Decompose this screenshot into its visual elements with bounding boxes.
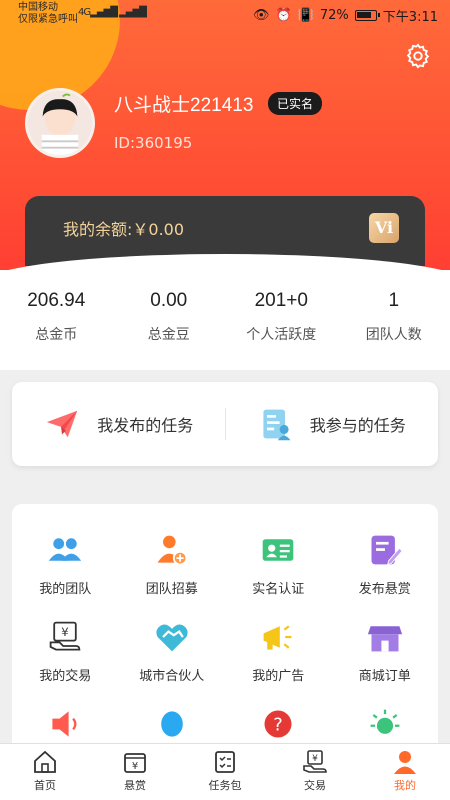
grid-item-speaker[interactable] xyxy=(12,706,119,742)
clock: 下午3:11 xyxy=(382,10,438,25)
svg-text:¥: ¥ xyxy=(312,754,318,764)
carrier-text: 中国移动 仅限紧急呼叫 xyxy=(18,2,78,26)
megaphone-icon xyxy=(263,625,292,650)
shop-icon xyxy=(367,626,402,652)
task-label: 我发布的任务 xyxy=(97,416,194,435)
id-card-icon xyxy=(262,539,294,561)
grid-label: 城市合伙人 xyxy=(139,669,205,684)
paper-plane-icon xyxy=(47,410,78,438)
home-icon xyxy=(34,750,56,773)
nav-label: 交易 xyxy=(304,779,326,792)
battery-percent: 72% xyxy=(319,8,349,23)
grid-item-post-reward[interactable]: 发布悬赏 xyxy=(332,532,439,597)
status-right: 👁 ⏰ 📳 72% 下午3:11 xyxy=(253,6,438,25)
nav-label: 悬赏 xyxy=(124,779,146,792)
nickname: 八斗战士221413 xyxy=(114,95,254,116)
grid-item-idea[interactable] xyxy=(332,706,439,742)
feature-grid: 我的团队 团队招募 实名认证 发布悬赏 ¥ 我的交易 城市合伙人 我的广告 商城… xyxy=(12,532,438,742)
post-reward-icon xyxy=(371,535,403,566)
task-label: 我参与的任务 xyxy=(309,416,406,435)
grid-label: 发布悬赏 xyxy=(358,582,411,597)
grid-label: 我的广告 xyxy=(252,669,305,684)
help-icon: ? xyxy=(264,710,292,738)
svg-text:?: ? xyxy=(273,714,283,735)
grid-item-qq[interactable] xyxy=(119,706,226,742)
reward-icon: ¥ xyxy=(124,753,146,773)
my-published-tasks-button[interactable]: 我发布的任务 xyxy=(12,405,225,443)
stat-label: 总金币 xyxy=(35,327,78,343)
team-icon xyxy=(49,538,82,561)
nav-mine[interactable]: 我的 xyxy=(360,744,450,800)
stat-value: 0.00 xyxy=(150,290,188,311)
grid-item-city-partner[interactable]: 城市合伙人 xyxy=(119,619,226,684)
grid-item-real-name-auth[interactable]: 实名认证 xyxy=(225,532,332,597)
grid-label: 我的交易 xyxy=(39,669,92,684)
grid-item-my-ads[interactable]: 我的广告 xyxy=(225,619,332,684)
settings-gear-icon[interactable] xyxy=(404,42,432,70)
svg-text:¥: ¥ xyxy=(132,761,138,772)
task-card: 我发布的任务 我参与的任务 xyxy=(12,382,438,466)
stat-value: 1 xyxy=(388,290,400,311)
grid-label: 我的团队 xyxy=(39,582,92,597)
stat-activity[interactable]: 201+0 个人活跃度 xyxy=(225,270,338,370)
task-list-icon xyxy=(263,409,291,441)
grid-item-team-recruit[interactable]: 团队招募 xyxy=(119,532,226,597)
vibrate-icon: 📳 xyxy=(297,8,314,23)
network-type: 4G xyxy=(78,7,91,18)
nav-reward[interactable]: ¥ 悬赏 xyxy=(90,744,180,800)
avatar[interactable] xyxy=(25,88,95,158)
nav-home[interactable]: 首页 xyxy=(0,744,90,800)
lightbulb-icon xyxy=(370,709,400,734)
user-icon xyxy=(394,751,416,774)
stat-label: 总金豆 xyxy=(147,327,190,343)
grid-label: 团队招募 xyxy=(145,582,198,597)
speaker-icon xyxy=(52,711,77,737)
nav-task-package[interactable]: 任务包 xyxy=(180,744,270,800)
carrier-name: 中国移动 xyxy=(18,2,58,13)
stat-total-coins[interactable]: 206.94 总金币 xyxy=(0,270,113,370)
status-bar: 中国移动 仅限紧急呼叫 4G▂▄▆█ ▂▄▆█ 👁 ⏰ 📳 72% 下午3:11 xyxy=(0,0,450,30)
grid-item-my-trade[interactable]: ¥ 我的交易 xyxy=(12,619,119,684)
grid-item-my-team[interactable]: 我的团队 xyxy=(12,532,119,597)
grid-item-help[interactable]: ? xyxy=(225,706,332,742)
vip-icon[interactable]: Vi xyxy=(369,213,399,243)
handshake-icon xyxy=(156,624,188,652)
signal-icon: 4G▂▄▆█ ▂▄▆█ xyxy=(78,7,147,18)
task-package-icon xyxy=(215,751,235,773)
battery-icon xyxy=(354,10,380,21)
verified-badge: 已实名 xyxy=(268,92,323,115)
stat-value: 206.94 xyxy=(27,290,86,311)
recruit-icon xyxy=(157,535,188,566)
svg-text:¥: ¥ xyxy=(62,625,69,639)
trade-icon: ¥ xyxy=(49,621,81,651)
carrier-status: 仅限紧急呼叫 xyxy=(18,14,78,25)
my-joined-tasks-button[interactable]: 我参与的任务 xyxy=(226,406,439,442)
nav-trade[interactable]: ¥ 交易 xyxy=(270,744,360,800)
stat-team-size[interactable]: 1 团队人数 xyxy=(338,270,450,370)
grid-label: 实名认证 xyxy=(252,582,305,597)
profile-header: 中国移动 仅限紧急呼叫 4G▂▄▆█ ▂▄▆█ 👁 ⏰ 📳 72% 下午3:11 xyxy=(0,0,450,270)
user-id: ID:360195 xyxy=(114,134,193,152)
stat-label: 团队人数 xyxy=(365,327,422,343)
nav-label: 首页 xyxy=(34,779,56,792)
grid-item-mall-orders[interactable]: 商城订单 xyxy=(332,619,439,684)
balance-label: 我的余额:￥0.00 xyxy=(63,220,185,239)
trade-icon: ¥ xyxy=(303,750,327,773)
bottom-nav: 首页 ¥ 悬赏 任务包 ¥ 交易 我的 xyxy=(0,743,450,800)
nav-label: 任务包 xyxy=(208,779,242,792)
stat-total-beans[interactable]: 0.00 总金豆 xyxy=(113,270,226,370)
alarm-icon: ⏰ xyxy=(275,8,292,23)
stat-value: 201+0 xyxy=(254,290,308,311)
grid-label: 商城订单 xyxy=(358,669,411,684)
stats-row: 206.94 总金币 0.00 总金豆 201+0 个人活跃度 1 团队人数 xyxy=(0,270,450,370)
feature-grid-card: 我的团队 团队招募 实名认证 发布悬赏 ¥ 我的交易 城市合伙人 我的广告 商城… xyxy=(12,504,438,764)
nav-label: 我的 xyxy=(394,779,416,792)
eye-icon: 👁 xyxy=(253,8,270,23)
stat-label: 个人活跃度 xyxy=(246,327,317,343)
qq-icon xyxy=(160,711,183,737)
